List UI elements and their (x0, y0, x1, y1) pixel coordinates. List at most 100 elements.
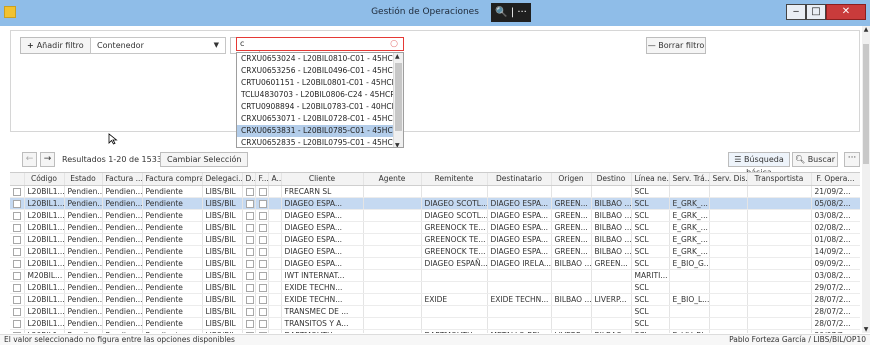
table-row[interactable]: L20BIL1...Pendien...Pendien...PendienteL… (10, 233, 860, 246)
table-row[interactable]: M20BIL... Pendien... Pendien... Pendiente LI… (10, 269, 860, 282)
column-header[interactable]: Serv. Dis... (709, 173, 748, 186)
flag-checkbox[interactable] (258, 223, 267, 232)
table-row[interactable]: L20BIL1...Pendien...Pendien...PendienteL… (10, 293, 860, 306)
dropdown-option[interactable]: CRXU0653024 - L20BIL0810-C01 - 45HCPW (237, 53, 393, 65)
row-checkbox[interactable] (13, 187, 21, 196)
flag-checkbox[interactable] (258, 235, 267, 244)
more-options-button[interactable]: ··· (844, 152, 860, 167)
scroll-down-icon[interactable]: ▼ (395, 142, 400, 147)
table-row[interactable]: L20BIL1...Pendien...Pendien...PendienteL… (10, 329, 860, 333)
scrollbar-thumb[interactable] (863, 44, 869, 164)
dropdown-option[interactable]: CRTU0601151 - L20BIL0801-C01 - 45HCPW (237, 77, 393, 89)
table-row[interactable]: L20BIL1...Pendien...Pendien...PendienteL… (10, 185, 860, 198)
flag-checkbox[interactable] (258, 331, 267, 333)
column-header[interactable]: Código (24, 173, 65, 186)
row-checkbox[interactable] (13, 295, 21, 304)
table-row[interactable]: L20BIL1...Pendien...Pendien...PendienteL… (10, 221, 860, 234)
column-header[interactable]: F. Opera... (811, 173, 860, 186)
column-header[interactable]: Factura compra (142, 173, 203, 186)
dropdown-option[interactable]: TCLU4830703 - L20BIL0806-C24 - 45HCPW (237, 89, 393, 101)
column-header[interactable]: D... (242, 173, 256, 186)
flag-checkbox[interactable] (245, 319, 254, 328)
search-tool-icon[interactable]: 🔍 | ··· (491, 3, 531, 22)
close-button[interactable]: ✕ (826, 4, 866, 20)
clear-filter-button[interactable]: — Borrar filtro (646, 37, 706, 54)
dropdown-scrollbar[interactable]: ▲ ▼ (393, 53, 403, 147)
scrollbar-thumb[interactable] (395, 63, 402, 131)
dropdown-option[interactable]: CRXU0653071 - L20BIL0728-C01 - 45HCPW (237, 113, 393, 125)
filter-field-select[interactable]: Contenedor ▼ (90, 37, 226, 54)
flag-checkbox[interactable] (258, 319, 267, 328)
row-checkbox[interactable] (13, 211, 21, 220)
flag-checkbox[interactable] (258, 247, 267, 256)
table-row[interactable]: L20BIL1...Pendien...Pendien...PendienteL… (10, 281, 860, 294)
scroll-up-icon[interactable]: ▲ (862, 26, 870, 33)
flag-checkbox[interactable] (258, 295, 267, 304)
flag-checkbox[interactable] (245, 247, 254, 256)
table-row[interactable]: L20BIL1...Pendien...Pendien...PendienteL… (10, 305, 860, 318)
flag-checkbox[interactable] (245, 259, 254, 268)
table-row[interactable]: L20BIL1...Pendien...Pendien...PendienteL… (10, 317, 860, 330)
filter-value-input[interactable]: c ○ (236, 37, 404, 51)
flag-checkbox[interactable] (245, 211, 254, 220)
flag-checkbox[interactable] (258, 259, 267, 268)
flag-checkbox[interactable] (258, 187, 267, 196)
row-checkbox[interactable] (13, 223, 21, 232)
column-header[interactable]: Destinatario (487, 173, 552, 186)
add-filter-button[interactable]: + Añadir filtro (20, 37, 91, 54)
flag-checkbox[interactable] (245, 223, 254, 232)
dropdown-option[interactable]: CRXU0652835 - L20BIL0795-C01 - 45HCPW (237, 137, 393, 147)
dropdown-option-highlighted[interactable]: CRXU0653831 - L20BIL0785-C01 - 45HCPW (237, 125, 393, 137)
maximize-button[interactable]: □ (806, 4, 826, 20)
minimize-button[interactable]: ‒ (786, 4, 806, 20)
column-header[interactable]: Agente (363, 173, 422, 186)
scroll-up-icon[interactable]: ▲ (395, 53, 400, 60)
column-header[interactable]: Serv. Trá... (669, 173, 710, 186)
row-checkbox[interactable] (13, 307, 21, 316)
row-checkbox[interactable] (13, 331, 21, 333)
dropdown-option[interactable]: CRTU0908894 - L20BIL0783-C01 - 40HCPW (237, 101, 393, 113)
row-checkbox[interactable] (13, 319, 21, 328)
dropdown-option[interactable]: CRXU0653256 - L20BIL0496-C01 - 45HCPW (237, 65, 393, 77)
column-header[interactable]: Línea ne... (631, 173, 670, 186)
flag-checkbox[interactable] (245, 199, 254, 208)
column-header[interactable]: Remitente (421, 173, 488, 186)
row-checkbox[interactable] (13, 259, 21, 268)
flag-checkbox[interactable] (245, 295, 254, 304)
clear-input-icon[interactable]: ○ (390, 38, 398, 50)
flag-checkbox[interactable] (245, 331, 254, 333)
table-row[interactable]: L20BIL1...Pendien...Pendien...PendienteL… (10, 209, 860, 222)
column-header[interactable]: Cliente (281, 173, 364, 186)
column-header[interactable]: Delegaci... (202, 173, 243, 186)
flag-checkbox[interactable] (245, 307, 254, 316)
table-row[interactable]: L20BIL1...Pendien...Pendien...PendienteL… (10, 245, 860, 258)
column-header[interactable]: A... (268, 173, 282, 186)
row-checkbox[interactable] (13, 247, 21, 256)
table-row[interactable]: L20BIL1...Pendien...Pendien...PendienteL… (10, 257, 860, 270)
row-checkbox[interactable] (13, 199, 21, 208)
flag-checkbox[interactable] (245, 235, 254, 244)
flag-checkbox[interactable] (258, 211, 267, 220)
search-button[interactable]: 🔍︎ Buscar (792, 152, 838, 167)
change-selection-button[interactable]: Cambiar Selección (160, 152, 249, 167)
table-row[interactable]: L20BIL1...Pendien...Pendien...PendienteL… (10, 197, 860, 210)
column-header[interactable]: F... (255, 173, 269, 186)
column-header[interactable]: Transportista (747, 173, 812, 186)
row-checkbox[interactable] (13, 235, 21, 244)
flag-checkbox[interactable] (258, 271, 267, 280)
next-page-button[interactable]: → (40, 152, 55, 167)
flag-checkbox[interactable] (245, 283, 254, 292)
row-checkbox[interactable] (13, 283, 21, 292)
flag-checkbox[interactable] (258, 283, 267, 292)
basic-search-button[interactable]: ☰ Búsqueda básica (728, 152, 790, 177)
column-header[interactable]: Origen (551, 173, 592, 186)
flag-checkbox[interactable] (245, 271, 254, 280)
column-header[interactable]: Factura ... (102, 173, 143, 186)
flag-checkbox[interactable] (258, 307, 267, 316)
column-header[interactable]: Destino (591, 173, 632, 186)
main-scrollbar[interactable]: ▲ ▼ (862, 26, 870, 333)
scroll-down-icon[interactable]: ▼ (862, 326, 870, 333)
flag-checkbox[interactable] (245, 187, 254, 196)
row-checkbox[interactable] (13, 271, 21, 280)
flag-checkbox[interactable] (258, 199, 267, 208)
